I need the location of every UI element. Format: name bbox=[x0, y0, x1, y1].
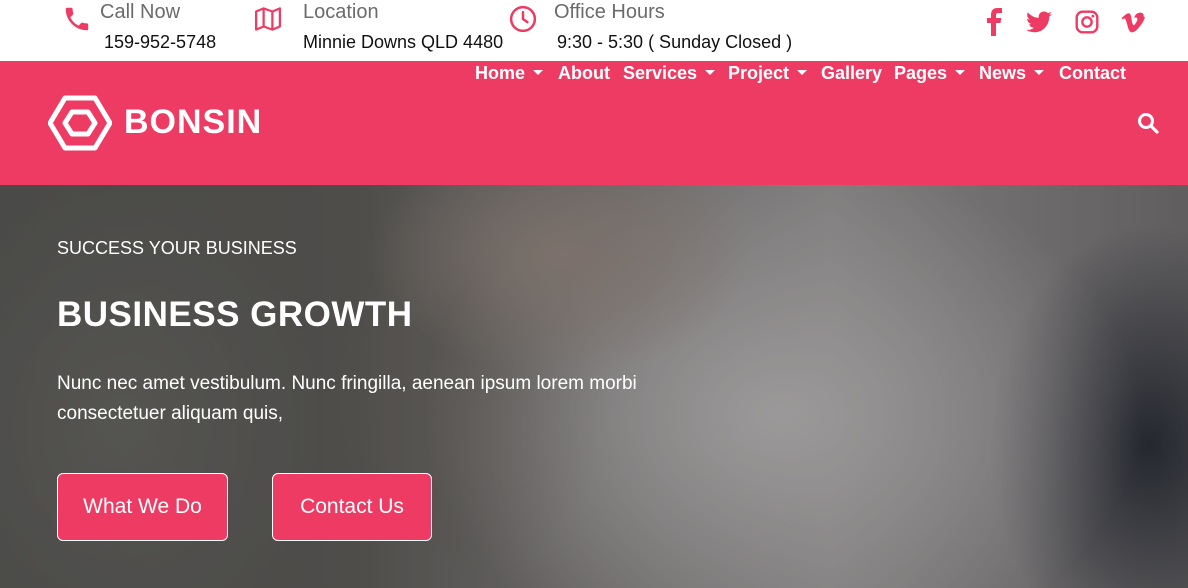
nav-services[interactable]: Services bbox=[623, 61, 716, 87]
map-icon bbox=[253, 4, 283, 34]
hero-subtitle: SUCCESS YOUR BUSINESS bbox=[57, 238, 297, 258]
nav-home[interactable]: Home bbox=[475, 61, 544, 87]
nav-gallery[interactable]: Gallery bbox=[821, 61, 882, 87]
facebook-icon[interactable] bbox=[984, 8, 1006, 36]
nav-gallery-label: Gallery bbox=[821, 63, 883, 83]
what-we-do-button[interactable]: What We Do bbox=[57, 473, 228, 541]
phone-number[interactable]: 159-952-5748 bbox=[104, 30, 216, 54]
twitter-icon[interactable] bbox=[1025, 8, 1053, 36]
chevron-down-icon bbox=[533, 70, 544, 75]
hours-value: 9:30 - 5:30 ( Sunday Closed ) bbox=[557, 32, 793, 52]
hero-banner: SUCCESS YOUR BUSINESS BUSINESS GROWTH Nu… bbox=[0, 185, 1188, 588]
hours-title: Office Hours bbox=[554, 1, 665, 23]
chevron-down-icon bbox=[797, 70, 808, 75]
phone-icon bbox=[62, 4, 92, 34]
nav-about[interactable]: About bbox=[558, 61, 610, 87]
nav-pages-label: Pages bbox=[894, 63, 948, 83]
nav-news[interactable]: News bbox=[979, 61, 1045, 87]
logo-hexagon-icon[interactable] bbox=[47, 95, 113, 151]
call-title: Call Now bbox=[100, 1, 181, 23]
location-title: Location bbox=[303, 1, 379, 23]
vimeo-icon[interactable] bbox=[1120, 8, 1146, 36]
nav-news-label: News bbox=[979, 63, 1027, 83]
nav-about-label: About bbox=[558, 63, 610, 83]
search-icon[interactable] bbox=[1137, 112, 1159, 134]
nav-project[interactable]: Project bbox=[728, 61, 808, 87]
nav-pages[interactable]: Pages bbox=[894, 61, 966, 87]
location-address: Minnie Downs QLD 4480 bbox=[303, 32, 504, 52]
chevron-down-icon bbox=[955, 70, 966, 75]
nav-services-label: Services bbox=[623, 63, 698, 83]
nav-contact-label: Contact bbox=[1059, 63, 1126, 83]
nav-project-label: Project bbox=[728, 63, 790, 83]
nav-home-label: Home bbox=[475, 63, 526, 83]
contact-us-button[interactable]: Contact Us bbox=[272, 473, 432, 541]
top-info-bar: Call Now 159-952-5748 Location Minnie Do… bbox=[0, 0, 1188, 61]
chevron-down-icon bbox=[705, 70, 716, 75]
hero-description: Nunc nec amet vestibulum. Nunc fringilla… bbox=[57, 373, 637, 424]
logo-text[interactable]: BONSIN bbox=[124, 102, 262, 142]
main-header: BONSIN Home About Services Project Galle… bbox=[0, 61, 1188, 185]
hero-title: BUSINESS GROWTH bbox=[57, 295, 413, 334]
instagram-icon[interactable] bbox=[1074, 8, 1100, 36]
nav-contact[interactable]: Contact bbox=[1059, 61, 1126, 87]
clock-icon bbox=[508, 4, 538, 34]
chevron-down-icon bbox=[1034, 70, 1045, 75]
